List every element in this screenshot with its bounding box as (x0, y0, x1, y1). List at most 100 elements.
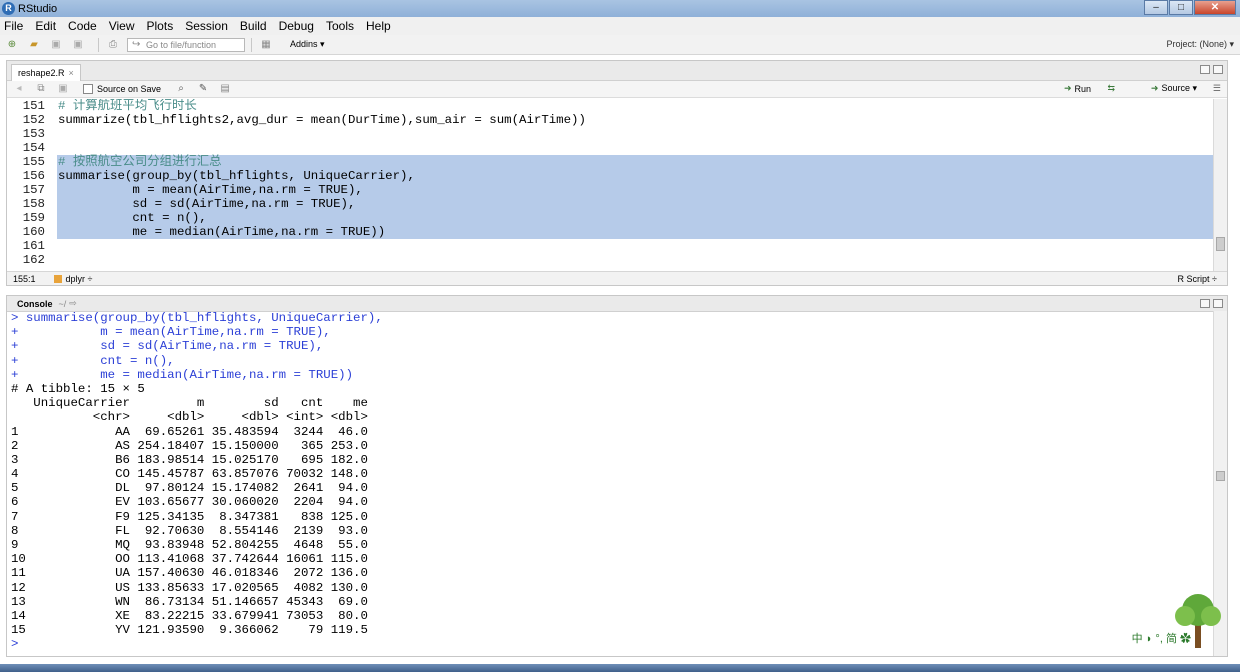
console-output-line: 2 AS 254.18407 15.150000 365 253.0 (11, 438, 368, 453)
code-line[interactable]: 158 sd = sd(AirTime,na.rm = TRUE), (7, 197, 1213, 211)
console-output-line: 1 AA 69.65261 35.483594 3244 46.0 (11, 424, 368, 439)
menu-edit[interactable]: Edit (35, 19, 56, 33)
code-line[interactable]: 161 (7, 239, 1213, 253)
code-text: sd = sd(AirTime,na.rm = TRUE), (58, 197, 356, 211)
code-line[interactable]: 151 # 计算航班平均飞行时长 (7, 99, 1213, 113)
editor-pane-controls (1200, 65, 1223, 74)
code-text: # 按照航空公司分组进行汇总 (58, 155, 222, 169)
console-scrollbar-thumb[interactable] (1216, 471, 1225, 481)
save-icon[interactable]: ▣ (55, 82, 71, 96)
source-button[interactable]: ➜ Source ▾ (1151, 83, 1197, 94)
find-replace-icon[interactable]: ⌕ (173, 82, 189, 96)
source-on-save-label: Source on Save (97, 84, 162, 94)
code-line[interactable]: 153 (7, 127, 1213, 141)
maximize-button[interactable]: □ (1169, 0, 1193, 15)
chunk-label: dplyr ÷ (65, 273, 93, 284)
menu-file[interactable]: File (4, 19, 23, 33)
close-tab-icon[interactable]: × (69, 68, 74, 78)
toolbar-divider (98, 37, 99, 52)
console-output-line: 12 US 133.85633 17.020565 4082 130.0 (11, 580, 368, 595)
editor-status-bar: 155:1 dplyr ÷ R Script ÷ (7, 271, 1227, 285)
show-in-window-icon[interactable]: ⧉ (33, 82, 49, 96)
code-text: summarize(tbl_hflights2,avg_dur = mean(D… (58, 113, 586, 127)
console-command-line: + cnt = n(), (11, 353, 175, 368)
console-output-line: 10 OO 113.41068 37.742644 16061 115.0 (11, 552, 368, 567)
run-arrow-icon: ➜ (1063, 83, 1072, 93)
code-text: m = mean(AirTime,na.rm = TRUE), (58, 183, 363, 197)
code-editor[interactable]: 151 # 计算航班平均飞行时长 152 summarize(tbl_hflights… (7, 99, 1213, 271)
source-editor-pane: reshape2.R × ◂ ⧉ ▣ Source on Save ⌕ ✎ ▤ … (6, 60, 1228, 286)
print-icon[interactable]: ⎙ (105, 38, 121, 52)
rerun-button[interactable]: ⇆ (1107, 83, 1115, 94)
console-output-line: 5 DL 97.80124 15.174082 2641 94.0 (11, 481, 368, 496)
console-command-line: + m = mean(AirTime,na.rm = TRUE), (11, 325, 331, 340)
console-output[interactable]: > summarise(group_by(tbl_hflights, Uniqu… (11, 311, 1211, 651)
console-working-dir: ~/ (58, 298, 67, 309)
menu-help[interactable]: Help (366, 19, 391, 33)
code-text: summarise(group_by(tbl_hflights, UniqueC… (58, 169, 415, 183)
menu-build[interactable]: Build (240, 19, 267, 33)
ime-indicator[interactable]: 中 ◗ °, 简 ✿ (1131, 630, 1191, 646)
code-line[interactable]: 160 me = median(AirTime,na.rm = TRUE)) (7, 225, 1213, 239)
minimize-pane-button[interactable] (1200, 65, 1210, 74)
addins-menu[interactable]: Addins ▾ (290, 39, 325, 50)
code-line[interactable]: 157 m = mean(AirTime,na.rm = TRUE), (7, 183, 1213, 197)
maximize-pane-button[interactable] (1213, 65, 1223, 74)
menu-debug[interactable]: Debug (279, 19, 314, 33)
console-output-line: 13 WN 86.73134 51.146657 45343 69.0 (11, 594, 368, 609)
code-line[interactable]: 159 cnt = n(), (7, 211, 1213, 225)
workspace-panes-icon[interactable]: ▦ (258, 38, 274, 52)
menu-code[interactable]: Code (68, 19, 97, 33)
minimize-button[interactable]: – (1144, 0, 1168, 15)
run-label: Run (1074, 83, 1091, 94)
code-line[interactable]: 156 summarise(group_by(tbl_hflights, Uniq… (7, 169, 1213, 183)
menu-session[interactable]: Session (185, 19, 228, 33)
code-text: cnt = n(), (58, 211, 207, 225)
toolbar-divider (251, 37, 252, 52)
back-arrow-icon[interactable]: ◂ (11, 82, 27, 96)
save-all-icon[interactable]: ▣ (70, 38, 86, 52)
cursor-position: 155:1 (13, 273, 36, 284)
selection-highlight (57, 211, 1213, 225)
editor-scrollbar-thumb[interactable] (1216, 237, 1225, 251)
chunk-navigator[interactable]: dplyr ÷ (53, 273, 93, 284)
editor-toolbar: ◂ ⧉ ▣ Source on Save ⌕ ✎ ▤ ➜ Run ⇆ ➜ Sourc… (7, 81, 1227, 98)
code-line[interactable]: 155 # 按照航空公司分组进行汇总 (7, 155, 1213, 169)
source-on-save-checkbox[interactable] (83, 84, 93, 94)
file-type-menu[interactable]: R Script ÷ (1178, 274, 1217, 284)
code-tools-icon[interactable]: ✎ (195, 82, 211, 96)
code-line[interactable]: 154 (7, 141, 1213, 155)
console-output-line: <chr> <dbl> <dbl> <int> <dbl> (11, 410, 368, 425)
line-number: 155 (22, 155, 45, 169)
document-outline-icon[interactable]: ☰ (1213, 83, 1221, 94)
console-command-line: + sd = sd(AirTime,na.rm = TRUE), (11, 339, 324, 354)
code-text: # 计算航班平均飞行时长 (58, 99, 197, 113)
menu-view[interactable]: View (109, 19, 135, 33)
menu-tools[interactable]: Tools (326, 19, 354, 33)
editor-scrollbar[interactable] (1213, 99, 1227, 271)
console-output-line: # A tibble: 15 × 5 (11, 381, 145, 396)
run-button[interactable]: ➜ Run (1064, 83, 1091, 94)
console-output-line: 6 EV 103.65677 30.060020 2204 94.0 (11, 495, 368, 510)
code-line[interactable]: 152 summarize(tbl_hflights2,avg_dur = mea… (7, 113, 1213, 127)
console-command-line: > summarise(group_by(tbl_hflights, Uniqu… (11, 311, 383, 325)
main-toolbar: ⊕ ▰ ▣ ▣ ⎙ Go to file/function ▦ Addins ▾… (0, 35, 1240, 55)
file-tab-reshape2[interactable]: reshape2.R × (11, 64, 81, 81)
goto-dir-icon[interactable]: ⇨ (69, 298, 77, 309)
console-pane: Console ~/ ⇨ > summarise(group_by(tbl_hf… (6, 295, 1228, 657)
project-menu[interactable]: Project: (None) ▾ (1166, 39, 1234, 50)
maximize-pane-button[interactable] (1213, 299, 1223, 308)
open-file-icon[interactable]: ▰ (26, 38, 42, 52)
new-file-icon[interactable]: ⊕ (4, 38, 20, 52)
menu-bar: File Edit Code View Plots Session Build … (0, 17, 1240, 35)
code-line[interactable]: 162 (7, 253, 1213, 267)
close-button[interactable]: ✕ (1194, 0, 1236, 15)
line-number: 162 (22, 253, 45, 267)
goto-file-input[interactable]: Go to file/function (127, 37, 245, 52)
minimize-pane-button[interactable] (1200, 299, 1210, 308)
save-icon[interactable]: ▣ (48, 38, 64, 52)
compile-report-icon[interactable]: ▤ (217, 82, 233, 96)
line-number: 154 (22, 141, 45, 155)
line-number: 156 (22, 169, 45, 183)
menu-plots[interactable]: Plots (147, 19, 174, 33)
